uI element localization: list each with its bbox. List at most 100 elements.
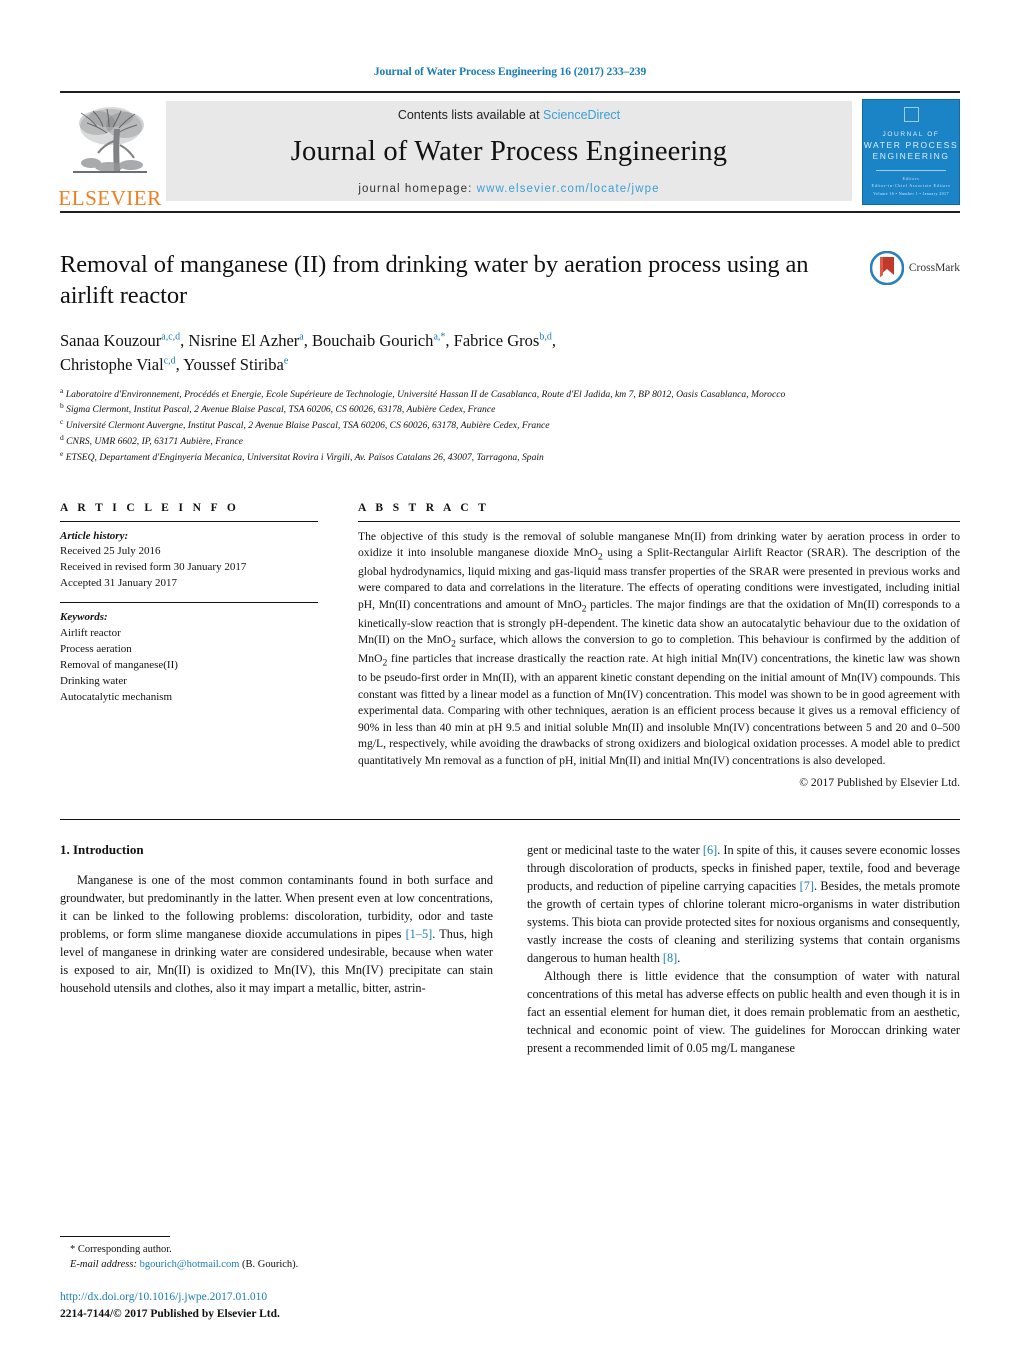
affiliation-text: Université Clermont Auvergne, Institut P… [65,420,550,432]
cover-editors: Editor-in-Chief Associate Editors [871,182,951,188]
abstract-heading: A B S T R A C T [358,501,490,514]
affiliation-mark: d [60,432,64,442]
body-column-left: 1. Introduction Manganese is one of the … [60,842,493,1057]
author-5-affil: c,d [163,355,176,367]
affiliation-item: b Sigma Clermont, Institut Pascal, 2 Ave… [60,401,840,417]
body-column-right: gent or medicinal taste to the water [6]… [527,842,960,1057]
abstract-copyright: © 2017 Published by Elsevier Ltd. [799,776,960,790]
cover-emblem-icon [903,107,919,122]
title-block: Removal of manganese (II) from drinking … [60,249,960,465]
author-2: , Nisrine El Azher [180,330,300,350]
affiliation-text: Laboratoire d'Environnement, Procédés et… [65,388,786,400]
affiliation-mark: e [60,448,64,458]
affiliation-item: d CNRS, UMR 6602, IP, 63171 Aubière, Fra… [60,433,840,449]
crossmark-label: CrossMark [908,262,960,274]
author-3: , Bouchaib Gourich [303,330,434,350]
article-info-heading: A R T I C L E I N F O [60,501,240,514]
intro-right-text-1: gent or medicinal taste to the water [527,843,703,858]
cover-divider [876,169,946,171]
cover-line-1: JOURNAL OF [882,131,940,138]
citation-8[interactable]: [8] [663,951,677,965]
article-history-label: Article history: [60,529,129,542]
citation-7[interactable]: [7] [800,879,814,893]
keyword-item: Autocatalytic mechanism [60,690,173,703]
masthead-grey-panel: Contents lists available at ScienceDirec… [166,101,852,201]
abstract-column: A B S T R A C T The objective of this st… [358,501,960,790]
author-1-affil: a,c,d [161,331,181,343]
author-1: Sanaa Kouzour [60,330,162,350]
journal-cover-thumbnail[interactable]: JOURNAL OF WATER PROCESS ENGINEERING Edi… [862,99,960,205]
history-received: Received 25 July 2016 [60,545,161,558]
crossmark-badge[interactable]: CrossMark [869,251,960,285]
article-info-column: A R T I C L E I N F O Article history: R… [60,502,318,790]
keyword-item: Airlift reactor [60,627,121,640]
affiliation-mark: c [60,417,64,427]
doi-block: http://dx.doi.org/10.1016/j.jwpe.2017.01… [60,1289,280,1324]
doi-link[interactable]: http://dx.doi.org/10.1016/j.jwpe.2017.01… [60,1289,280,1306]
elsevier-tree-icon [67,101,153,187]
journal-title: Journal of Water Process Engineering [290,136,728,168]
keywords-label: Keywords: [60,611,108,624]
cover-footer: Volume 16 • Number 1 • January 2017 [873,191,949,196]
article-page: Journal of Water Process Engineering 16 … [0,0,1020,1351]
footnote-rule [60,1235,170,1237]
journal-homepage-line: journal homepage: www.elsevier.com/locat… [358,183,659,195]
journal-homepage-link[interactable]: www.elsevier.com/locate/jwpe [477,183,660,195]
corresponding-author-line: * Corresponding author. [60,1242,490,1258]
article-info-rule [60,520,318,522]
citation-1-5[interactable]: [1–5] [406,927,433,941]
affiliation-text: CNRS, UMR 6602, IP, 63171 Aubière, Franc… [66,436,243,448]
section-heading-introduction: 1. Introduction [60,842,144,858]
author-4-affil: b,d [539,331,552,343]
cover-editors-label: Editors [902,175,920,181]
email-suffix: (B. Gourich). [239,1259,299,1271]
affiliation-list: a Laboratoire d'Environnement, Procédés … [60,386,840,465]
history-revised: Received in revised form 30 January 2017 [60,561,247,574]
journal-masthead: ELSEVIER Contents lists available at Sci… [58,91,960,213]
article-title: Removal of manganese (II) from drinking … [60,251,809,310]
cover-line-2: WATER PROCESS [863,139,959,150]
article-history-group: Article history: Received 25 July 2016 R… [60,529,318,593]
crossmark-icon [869,251,904,285]
elsevier-wordmark: ELSEVIER [58,186,162,210]
author-3-affil: a,* [433,331,446,343]
author-4: , Fabrice Gros [445,330,540,350]
abstract-rule [358,520,960,522]
author-line1-comma: , [551,330,556,350]
homepage-prefix: journal homepage: [358,183,477,195]
keyword-item: Drinking water [60,675,127,688]
intro-right-text-4: . [677,950,681,965]
keyword-item: Removal of manganese(II) [60,659,178,672]
author-6-affil: e [283,355,289,367]
corresponding-author-footnote: * Corresponding author. E-mail address: … [60,1235,490,1274]
author-list: Sanaa Kouzoura,c,d, Nisrine El Azhera, B… [60,329,840,377]
intro-paragraph-right-1: gent or medicinal taste to the water [6]… [527,842,960,968]
cover-line-3: ENGINEERING [872,151,950,162]
intro-paragraph-right-2: Although there is little evidence that t… [527,968,960,1055]
email-link[interactable]: bgourich@hotmail.com [140,1259,240,1270]
intro-paragraph-left: Manganese is one of the most common cont… [60,872,493,998]
email-line: E-mail address: bgourich@hotmail.com (B.… [60,1257,490,1273]
keyword-item: Process aeration [60,643,132,656]
elsevier-logo: ELSEVIER [58,93,162,211]
running-head: Journal of Water Process Engineering 16 … [373,66,647,78]
info-abstract-row: A R T I C L E I N F O Article history: R… [60,501,960,790]
citation-6[interactable]: [6] [703,843,717,857]
affiliation-mark: a [60,385,64,395]
issn-copyright-line: 2214-7144/© 2017 Published by Elsevier L… [60,1307,280,1320]
body-separator [60,819,960,821]
affiliation-text: ETSEQ, Departament d'Enginyeria Mecanica… [65,451,544,463]
corresponding-text: Corresponding author. [75,1243,172,1255]
affiliation-item: c Université Clermont Auvergne, Institut… [60,417,840,433]
author-5: Christophe Vial [60,354,164,374]
keywords-rule [60,602,318,604]
keywords-group: Keywords: Airlift reactor Process aerati… [60,610,318,706]
affiliation-item: a Laboratoire d'Environnement, Procédés … [60,386,840,402]
affiliation-item: e ETSEQ, Departament d'Enginyeria Mecani… [60,449,840,465]
author-6: , Youssef Stiriba [175,354,284,374]
body-columns: 1. Introduction Manganese is one of the … [60,842,960,1057]
contents-lists-line: Contents lists available at ScienceDirec… [398,108,620,122]
abstract-text: The objective of this study is the remov… [358,529,960,767]
sciencedirect-link[interactable]: ScienceDirect [543,108,620,122]
email-label: E-mail address: [70,1259,137,1271]
